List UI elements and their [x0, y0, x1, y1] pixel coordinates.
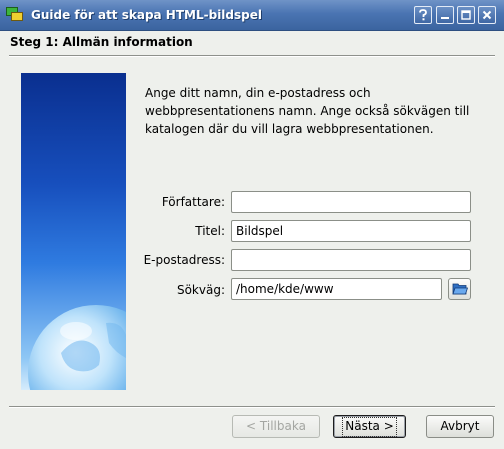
help-button[interactable]: [414, 6, 432, 24]
app-icon: [6, 7, 23, 21]
maximize-icon: [461, 10, 471, 20]
minimize-button[interactable]: [436, 6, 454, 24]
next-button-label: Nästa >: [342, 416, 397, 437]
cancel-button[interactable]: Avbryt: [426, 415, 494, 438]
path-label: Sökväg:: [176, 283, 225, 297]
close-button[interactable]: [478, 6, 496, 24]
email-label: E-postadress:: [143, 253, 225, 267]
wizard-side-image: [21, 73, 126, 390]
title-label: Titel:: [195, 224, 225, 238]
footer-divider: [9, 406, 495, 408]
title-bar[interactable]: Guide för att skapa HTML-bildspel: [0, 0, 504, 31]
author-label: Författare:: [161, 195, 225, 209]
minimize-icon: [441, 17, 449, 19]
cancel-button-label: Avbryt: [440, 419, 480, 433]
path-field[interactable]: [231, 278, 442, 300]
back-button-label: < Tillbaka: [246, 419, 306, 433]
back-button[interactable]: < Tillbaka: [232, 415, 320, 438]
window-title: Guide för att skapa HTML-bildspel: [31, 8, 262, 22]
intro-text: Ange ditt namn, din e-postadress och web…: [145, 86, 470, 136]
folder-open-icon: [451, 283, 468, 295]
author-field[interactable]: [231, 191, 471, 213]
maximize-button[interactable]: [457, 6, 475, 24]
wizard-window: Guide för att skapa HTML-bildspel Steg 1…: [0, 0, 504, 449]
next-button[interactable]: Nästa >: [333, 415, 406, 438]
header-divider: [9, 55, 495, 57]
email-field[interactable]: [231, 249, 471, 271]
close-icon: [482, 10, 492, 20]
browse-folder-button[interactable]: [448, 278, 471, 300]
title-field[interactable]: [231, 220, 471, 242]
help-icon: [419, 9, 427, 21]
page-title: Steg 1: Allmän information: [10, 35, 193, 49]
